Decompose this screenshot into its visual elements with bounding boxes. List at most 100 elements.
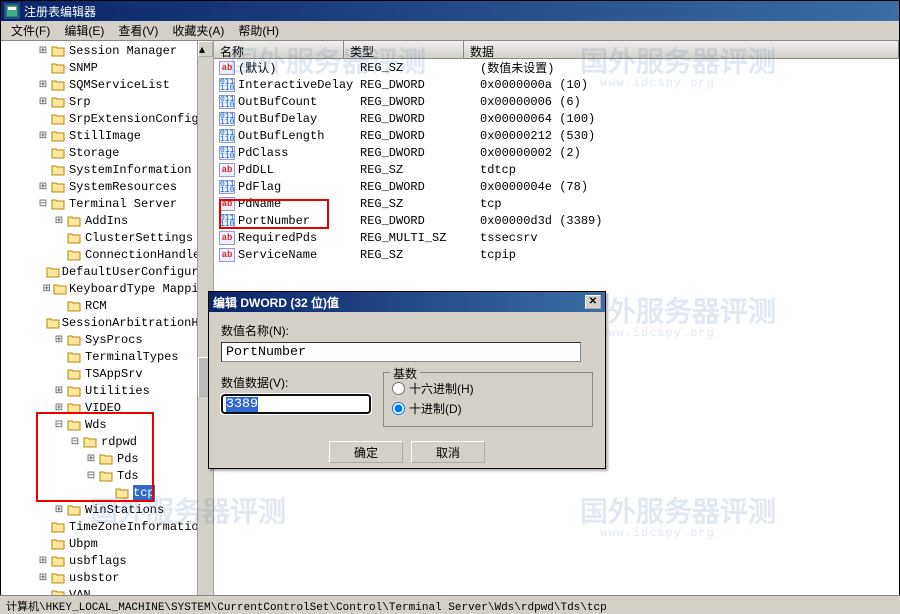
list-row[interactable]: abPdDLLREG_SZtdtcp bbox=[214, 161, 899, 178]
tree-expander[interactable]: ⊟ bbox=[35, 196, 51, 213]
tree-expander[interactable]: ⊞ bbox=[51, 213, 67, 230]
tree-item[interactable]: TimeZoneInformation bbox=[1, 519, 213, 536]
list-row[interactable]: 011110OutBufCountREG_DWORD0x00000006 (6) bbox=[214, 93, 899, 110]
tree-item[interactable]: ⊞Session Manager bbox=[1, 43, 213, 60]
ok-button[interactable]: 确定 bbox=[329, 441, 403, 463]
folder-icon bbox=[51, 130, 67, 144]
titlebar[interactable]: 注册表编辑器 bbox=[1, 1, 899, 21]
tree-expander[interactable]: ⊞ bbox=[35, 553, 51, 570]
list-row[interactable]: abPdNameREG_SZtcp bbox=[214, 195, 899, 212]
tree-item[interactable]: TSAppSrv bbox=[1, 366, 213, 383]
tree-expander[interactable]: ⊞ bbox=[35, 179, 51, 196]
tree-item[interactable]: Storage bbox=[1, 145, 213, 162]
tree-label: SQMServiceList bbox=[69, 77, 170, 94]
tree-label: Utilities bbox=[85, 383, 150, 400]
list-row[interactable]: 011110OutBufLengthREG_DWORD0x00000212 (5… bbox=[214, 127, 899, 144]
tree-expander[interactable]: ⊟ bbox=[67, 434, 83, 451]
value-data: 0x00000006 (6) bbox=[480, 95, 899, 109]
menubar: 文件(F) 编辑(E) 查看(V) 收藏夹(A) 帮助(H) bbox=[1, 21, 899, 41]
column-name[interactable]: 名称 bbox=[214, 41, 344, 58]
tree-item[interactable]: ⊞usbflags bbox=[1, 553, 213, 570]
tree-item[interactable]: SrpExtensionConfig bbox=[1, 111, 213, 128]
string-icon: ab bbox=[219, 248, 235, 262]
list-row[interactable]: ab(默认)REG_SZ(数值未设置) bbox=[214, 59, 899, 76]
tree-item[interactable]: TerminalTypes bbox=[1, 349, 213, 366]
tree-item[interactable]: ⊞ usbstor bbox=[1, 570, 213, 587]
list-row[interactable]: 011110OutBufDelayREG_DWORD0x00000064 (10… bbox=[214, 110, 899, 127]
menu-favorites[interactable]: 收藏夹(A) bbox=[166, 20, 230, 41]
dialog-titlebar[interactable]: 编辑 DWORD (32 位)值 ✕ bbox=[209, 292, 605, 312]
tree-item[interactable]: ⊞ KeyboardType Mapping bbox=[1, 281, 213, 298]
tree-label: usbstor bbox=[69, 570, 119, 587]
tree-expander[interactable]: ⊞ bbox=[51, 400, 67, 417]
value-name-input bbox=[221, 342, 581, 362]
tree-expander[interactable]: ⊞ bbox=[35, 128, 51, 145]
folder-icon bbox=[51, 538, 67, 552]
tree-expander[interactable]: ⊞ bbox=[40, 281, 53, 298]
cancel-button[interactable]: 取消 bbox=[411, 441, 485, 463]
tree-item[interactable]: ⊞AddIns bbox=[1, 213, 213, 230]
tree-expander[interactable]: ⊞ bbox=[83, 451, 99, 468]
tree-item[interactable]: ⊞SystemResources bbox=[1, 179, 213, 196]
menu-view[interactable]: 查看(V) bbox=[112, 20, 164, 41]
tree-item[interactable]: Ubpm bbox=[1, 536, 213, 553]
value-data-input[interactable] bbox=[221, 394, 371, 414]
list-row[interactable]: 011110PdFlagREG_DWORD0x0000004e (78) bbox=[214, 178, 899, 195]
tree-item[interactable]: ⊞Pds bbox=[1, 451, 213, 468]
list-row[interactable]: 011110PortNumberREG_DWORD0x00000d3d (338… bbox=[214, 212, 899, 229]
folder-icon bbox=[67, 300, 83, 314]
value-type: REG_SZ bbox=[360, 163, 480, 177]
statusbar-path: 计算机\HKEY_LOCAL_MACHINE\SYSTEM\CurrentCon… bbox=[6, 602, 607, 614]
tree-expander[interactable]: ⊟ bbox=[83, 468, 99, 485]
tree-label: RCM bbox=[85, 298, 107, 315]
list-row[interactable]: 011110PdClassREG_DWORD0x00000002 (2) bbox=[214, 144, 899, 161]
tree-item[interactable]: RCM bbox=[1, 298, 213, 315]
string-icon: ab bbox=[219, 231, 235, 245]
tree-label: SrpExtensionConfig bbox=[69, 111, 199, 128]
tree-label: KeyboardType Mapping bbox=[69, 281, 213, 298]
string-icon: ab bbox=[219, 61, 235, 75]
menu-help[interactable]: 帮助(H) bbox=[232, 20, 285, 41]
tree-item[interactable]: ⊟Terminal Server bbox=[1, 196, 213, 213]
tree-expander[interactable]: ⊞ bbox=[35, 94, 51, 111]
tree-item[interactable]: ClusterSettings bbox=[1, 230, 213, 247]
tree-item[interactable]: DefaultUserConfigurat bbox=[1, 264, 213, 281]
value-data: (数值未设置) bbox=[480, 59, 899, 76]
tree-expander[interactable]: ⊞ bbox=[51, 383, 67, 400]
tree-item[interactable]: ⊞VIDEO bbox=[1, 400, 213, 417]
tree-item[interactable]: SNMP bbox=[1, 60, 213, 77]
tree-item[interactable]: ⊞Srp bbox=[1, 94, 213, 111]
tree-expander[interactable]: ⊞ bbox=[35, 570, 51, 587]
tree-item[interactable]: ⊟Wds bbox=[1, 417, 213, 434]
radio-decimal[interactable] bbox=[392, 402, 405, 415]
tree-item[interactable]: tcp bbox=[1, 485, 213, 502]
tree-item[interactable]: ⊞StillImage bbox=[1, 128, 213, 145]
menu-file[interactable]: 文件(F) bbox=[5, 20, 56, 41]
tree-item[interactable]: SessionArbitrationHel bbox=[1, 315, 213, 332]
tree-expander[interactable]: ⊟ bbox=[51, 417, 67, 434]
tree-item[interactable]: ConnectionHandler bbox=[1, 247, 213, 264]
tree-item[interactable]: ⊟rdpwd bbox=[1, 434, 213, 451]
tree-item[interactable]: ⊞ SQMServiceList bbox=[1, 77, 213, 94]
tree-expander[interactable]: ⊞ bbox=[51, 502, 67, 519]
tree-item[interactable]: ⊞SysProcs bbox=[1, 332, 213, 349]
tree-expander[interactable]: ⊞ bbox=[35, 77, 51, 94]
tree-item[interactable]: ⊟Tds bbox=[1, 468, 213, 485]
column-type[interactable]: 类型 bbox=[344, 41, 464, 58]
tree-item[interactable]: ⊞WinStations bbox=[1, 502, 213, 519]
edit-dword-dialog: 编辑 DWORD (32 位)值 ✕ 数值名称(N): 数值数据(V): 基数 … bbox=[208, 291, 606, 469]
tree-panel[interactable]: ⊞Session ManagerSNMP⊞SQMServiceList⊞SrpS… bbox=[1, 41, 214, 596]
tree-item[interactable]: SystemInformation bbox=[1, 162, 213, 179]
list-row[interactable]: abServiceNameREG_SZtcpip bbox=[214, 246, 899, 263]
column-data[interactable]: 数据 bbox=[464, 41, 899, 58]
tree-expander[interactable]: ⊞ bbox=[35, 43, 51, 60]
dword-icon: 011110 bbox=[219, 180, 235, 194]
list-row[interactable]: abRequiredPdsREG_MULTI_SZtssecsrv bbox=[214, 229, 899, 246]
list-row[interactable]: 011110InteractiveDelayREG_DWORD0x0000000… bbox=[214, 76, 899, 93]
scroll-up-button[interactable]: ▴ bbox=[198, 41, 213, 57]
radio-hex[interactable] bbox=[392, 382, 405, 395]
dialog-close-button[interactable]: ✕ bbox=[585, 295, 601, 309]
menu-edit[interactable]: 编辑(E) bbox=[58, 20, 110, 41]
tree-expander[interactable]: ⊞ bbox=[51, 332, 67, 349]
tree-item[interactable]: ⊞ Utilities bbox=[1, 383, 213, 400]
